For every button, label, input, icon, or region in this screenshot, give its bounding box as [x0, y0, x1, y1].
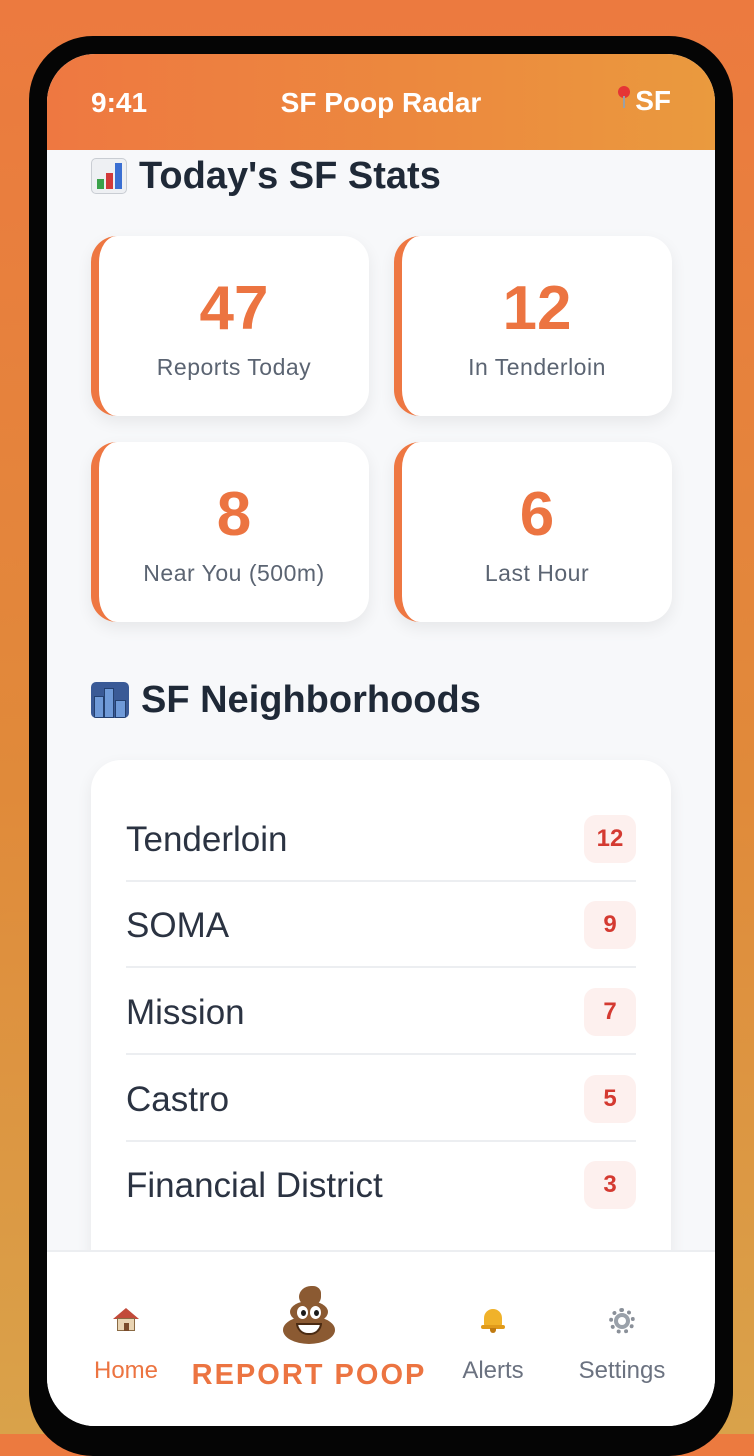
- location-label: SF: [635, 85, 671, 116]
- city-icon: [91, 682, 129, 718]
- stat-card-near-you: 8 Near You (500m): [91, 442, 369, 622]
- neighborhoods-title-text: SF Neighborhoods: [141, 679, 481, 721]
- neighborhood-name: Financial District: [126, 1166, 383, 1205]
- bottom-nav: Home REPORT POOP Alerts Settings: [47, 1250, 715, 1426]
- bell-icon: [481, 1308, 505, 1334]
- stats-title-text: Today's SF Stats: [139, 155, 441, 197]
- neighborhoods-list: Tenderloin 12 SOMA 9 Mission 7 Castro 5 …: [91, 760, 671, 1250]
- main-content[interactable]: Today's SF Stats 47 Reports Today 12 In …: [47, 150, 715, 1250]
- neighborhood-name: Tenderloin: [126, 820, 288, 859]
- neighborhood-count-badge: 5: [584, 1075, 636, 1123]
- app-screen: 9:41 SF Poop Radar SF Today's SF Stats 4…: [47, 54, 715, 1426]
- poop-icon: [277, 1284, 341, 1346]
- nav-home-label: Home: [93, 1357, 159, 1384]
- stat-value: 47: [199, 274, 269, 343]
- nav-settings-label: Settings: [578, 1357, 666, 1384]
- neighborhood-row-mission[interactable]: Mission 7: [126, 969, 636, 1055]
- stat-card-last-hour: 6 Last Hour: [394, 442, 672, 622]
- neighborhood-count-badge: 3: [584, 1161, 636, 1209]
- stat-label: Reports Today: [156, 354, 312, 380]
- neighborhood-count-badge: 9: [584, 901, 636, 949]
- neighborhoods-section-title: SF Neighborhoods: [91, 678, 481, 722]
- stat-label: In Tenderloin: [468, 354, 606, 380]
- stat-label: Last Hour: [484, 560, 590, 586]
- house-icon: [113, 1308, 139, 1332]
- neighborhood-row-financial-district[interactable]: Financial District 3: [126, 1142, 636, 1228]
- stat-value: 12: [502, 274, 572, 343]
- neighborhood-name: Castro: [126, 1080, 230, 1119]
- neighborhood-count-badge: 7: [584, 988, 636, 1036]
- app-title: SF Poop Radar: [280, 87, 482, 118]
- neighborhood-count-badge: 12: [584, 815, 636, 863]
- stat-card-in-tenderloin: 12 In Tenderloin: [394, 236, 672, 416]
- stat-value: 6: [519, 480, 555, 549]
- gear-icon: [609, 1308, 635, 1334]
- nav-home-button[interactable]: Home: [81, 1296, 171, 1386]
- chart-icon: [91, 158, 127, 194]
- neighborhood-row-soma[interactable]: SOMA 9: [126, 882, 636, 968]
- neighborhood-name: Mission: [126, 993, 245, 1032]
- neighborhood-row-tenderloin[interactable]: Tenderloin 12: [126, 796, 636, 882]
- pin-icon: [617, 86, 631, 108]
- neighborhood-name: SOMA: [126, 906, 230, 945]
- neighborhood-row-castro[interactable]: Castro 5: [126, 1056, 636, 1142]
- location-indicator[interactable]: SF: [617, 84, 671, 118]
- stats-section-title: Today's SF Stats: [91, 154, 441, 198]
- nav-alerts-button[interactable]: Alerts: [448, 1296, 538, 1386]
- nav-settings-button[interactable]: Settings: [564, 1296, 680, 1386]
- nav-alerts-label: Alerts: [462, 1357, 524, 1384]
- stat-value: 8: [216, 480, 252, 549]
- report-poop-label: REPORT POOP: [191, 1359, 427, 1391]
- app-header: 9:41 SF Poop Radar SF: [47, 54, 715, 150]
- stat-card-reports-today: 47 Reports Today: [91, 236, 369, 416]
- report-poop-button[interactable]: REPORT POOP: [189, 1282, 429, 1402]
- stat-label: Near You (500m): [143, 560, 325, 586]
